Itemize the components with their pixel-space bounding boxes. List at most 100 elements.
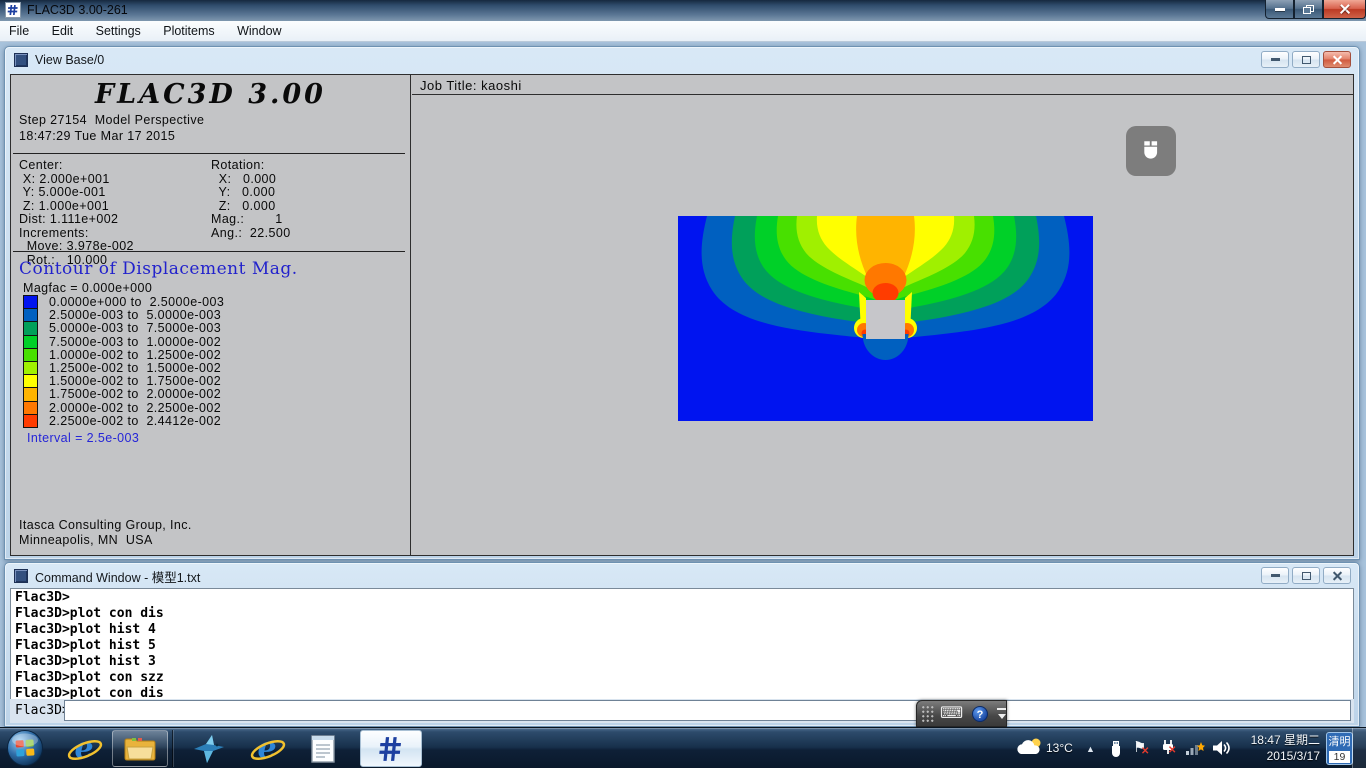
desktop: FLAC3D 3.00-261 File Edit Settings Ploti… — [0, 0, 1366, 768]
excavation-square — [866, 300, 905, 339]
lunar-term-label: 清明 — [1327, 733, 1352, 751]
temperature-label[interactable]: 13°C — [1046, 741, 1073, 755]
console-line: Flac3D>plot hist 5 — [15, 638, 1349, 654]
legend-row: 1.0000e-002 to 1.2500e-002 — [23, 349, 224, 362]
folder-icon — [124, 736, 156, 762]
view-window-titlebar[interactable]: View Base/0 — [5, 47, 1359, 73]
legend-row: 1.7500e-002 to 2.0000e-002 — [23, 388, 224, 401]
step-info: Step 27154 Model Perspective — [19, 113, 204, 127]
legend-swatch — [23, 401, 38, 415]
legend-row: 7.5000e-003 to 1.0000e-002 — [23, 336, 224, 349]
taskbar-separator — [172, 730, 173, 767]
divider — [13, 153, 405, 154]
menu-plotitems[interactable]: Plotitems — [154, 21, 223, 41]
job-title: Job Title: kaoshi — [412, 75, 1353, 95]
command-prompt-row: Flac3D> — [10, 699, 1354, 723]
console-line: Flac3D> — [15, 590, 1349, 606]
command-window-icon — [14, 569, 28, 583]
close-button[interactable] — [1323, 0, 1366, 19]
view-maximize-button[interactable] — [1292, 51, 1320, 68]
prompt-label: Flac3D> — [15, 699, 70, 722]
window-title: FLAC3D 3.00-261 — [27, 0, 128, 21]
command-close-button[interactable] — [1323, 567, 1351, 584]
legend-swatch — [23, 374, 38, 388]
taskbar-item-hummingbird-app[interactable] — [186, 731, 232, 766]
tray-clock[interactable]: 18:47 星期二 2015/3/17 — [1230, 732, 1320, 764]
languagebar-options-arrow-icon[interactable] — [998, 714, 1006, 719]
legend-swatch — [23, 295, 38, 309]
legend-swatch — [23, 361, 38, 375]
view-window-title: View Base/0 — [35, 53, 104, 67]
console-output[interactable]: Flac3D> Flac3D>plot con dis Flac3D>plot … — [10, 588, 1354, 701]
internet-explorer-icon: e — [257, 734, 276, 764]
plot-viewport[interactable]: Job Title: kaoshi — [412, 75, 1353, 555]
view-window: View Base/0 FLAC3D 3.00 Step 27154 Model… — [4, 46, 1360, 560]
command-input[interactable] — [64, 700, 1351, 721]
action-center-flag-icon[interactable]: ⚑ ✕ — [1133, 738, 1146, 757]
taskbar-item-notepad[interactable] — [298, 731, 348, 766]
contour-title: Contour of Displacement Mag. — [19, 259, 298, 279]
hummingbird-icon — [192, 733, 226, 765]
legend-range-label: 1.0000e-002 to 1.2500e-002 — [49, 349, 221, 362]
languagebar-minimize-icon[interactable] — [997, 708, 1006, 710]
menu-settings[interactable]: Settings — [87, 21, 150, 41]
timestamp: 18:47:29 Tue Mar 17 2015 — [19, 129, 175, 143]
taskbar-item-internet-explorer[interactable]: e — [62, 731, 106, 766]
window-controls — [1265, 0, 1366, 19]
plot-info-panel: FLAC3D 3.00 Step 27154 Model Perspective… — [11, 75, 411, 555]
rotation-block: Rotation: X: 0.000 Y: 0.000 Z: 0.000 Mag… — [211, 159, 291, 240]
volume-icon[interactable] — [1212, 740, 1230, 756]
taskbar-item-file-explorer[interactable] — [112, 730, 168, 767]
console-line: Flac3D>plot hist 4 — [15, 622, 1349, 638]
legend-swatch — [23, 321, 38, 335]
flac3d-banner: FLAC3D 3.00 — [11, 79, 410, 110]
view-minimize-button[interactable] — [1261, 51, 1289, 68]
language-bar: ⌨ ? — [916, 700, 1007, 727]
legend-row: 2.0000e-002 to 2.2500e-002 — [23, 402, 224, 415]
start-button[interactable] — [6, 729, 44, 767]
lunar-calendar-badge[interactable]: 清明 19 — [1326, 732, 1353, 765]
contour-legend: 0.0000e+000 to 2.5000e-003 2.5000e-003 t… — [23, 296, 224, 428]
drag-handle-icon[interactable] — [921, 705, 934, 722]
command-window-titlebar[interactable]: Command Window - 模型1.txt — [5, 563, 1359, 589]
magfac-label: Magfac = 0.000e+000 — [23, 281, 152, 295]
divider — [13, 251, 405, 252]
legend-swatch — [23, 335, 38, 349]
network-signal-alert-icon[interactable] — [1185, 740, 1205, 761]
flac3d-logo-glyph — [7, 4, 19, 16]
menu-edit[interactable]: Edit — [43, 21, 83, 41]
command-maximize-button[interactable] — [1292, 567, 1320, 584]
usb-device-icon[interactable] — [1108, 740, 1124, 758]
command-minimize-button[interactable] — [1261, 567, 1289, 584]
console-line: Flac3D>plot con szz — [15, 670, 1349, 686]
legend-range-label: 5.0000e-003 to 7.5000e-003 — [49, 322, 221, 335]
legend-range-label: 2.2500e-002 to 2.4412e-002 — [49, 415, 221, 428]
network-plug-error-icon[interactable]: ✕ — [1159, 739, 1177, 762]
legend-row: 5.0000e-003 to 7.5000e-003 — [23, 322, 224, 335]
menu-window[interactable]: Window — [228, 21, 290, 41]
show-hidden-icons-arrow[interactable]: ▲ — [1086, 744, 1095, 754]
legend-range-label: 1.7500e-002 to 2.0000e-002 — [49, 388, 221, 401]
legend-swatch — [23, 348, 38, 362]
company-location: Minneapolis, MN USA — [19, 533, 153, 547]
menu-file[interactable]: File — [0, 21, 38, 41]
main-titlebar: FLAC3D 3.00-261 — [0, 0, 1366, 21]
minimize-button[interactable] — [1265, 0, 1294, 19]
legend-range-label: 7.5000e-003 to 1.0000e-002 — [49, 336, 221, 349]
weather-icon[interactable] — [1014, 736, 1044, 758]
keyboard-icon[interactable]: ⌨ — [940, 706, 963, 722]
mouse-icon — [1137, 137, 1165, 165]
clock-time: 18:47 星期二 — [1230, 732, 1320, 748]
view-close-button[interactable] — [1323, 51, 1351, 68]
taskbar-item-internet-explorer-2[interactable]: e — [242, 731, 292, 766]
contour-plot — [678, 216, 1093, 421]
command-window-title: Command Window - 模型1.txt — [35, 567, 200, 586]
clock-date: 2015/3/17 — [1230, 748, 1320, 764]
flac3d-app-icon — [5, 2, 21, 18]
command-window: Command Window - 模型1.txt Flac3D> Flac3D>… — [4, 562, 1360, 727]
view-content: FLAC3D 3.00 Step 27154 Model Perspective… — [10, 74, 1354, 556]
show-desktop-button[interactable] — [1352, 728, 1366, 768]
help-icon[interactable]: ? — [972, 706, 988, 722]
restore-button[interactable] — [1294, 0, 1323, 19]
taskbar-item-flac3d-active[interactable] — [360, 730, 422, 767]
